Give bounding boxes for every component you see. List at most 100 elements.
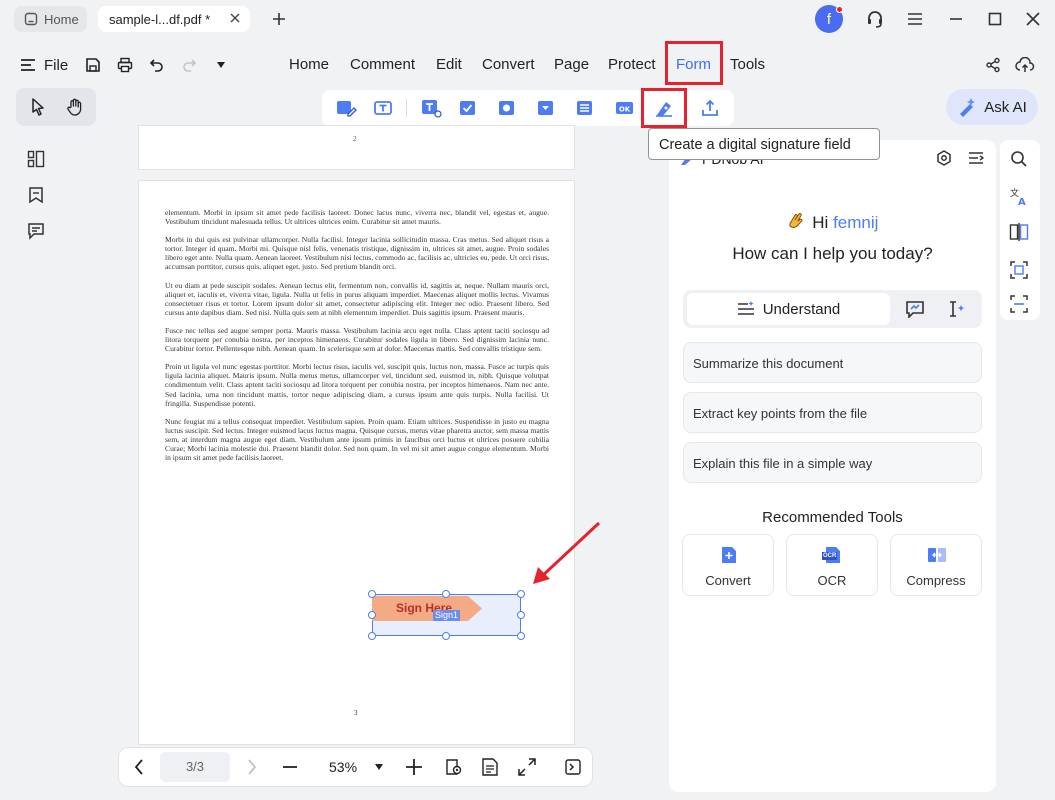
comments-icon[interactable] xyxy=(25,220,47,242)
checkbox-icon[interactable] xyxy=(456,96,482,120)
page-number-input[interactable]: 3/3 xyxy=(160,752,230,782)
tool-compress[interactable]: Compress xyxy=(890,534,982,596)
hamburger-icon xyxy=(20,58,36,72)
zoom-in-icon[interactable] xyxy=(404,757,424,777)
select-cursor-icon[interactable] xyxy=(28,96,48,118)
paragraph: Fusce nec tellus sed augue semper porta.… xyxy=(165,325,549,354)
paragraph: Ut eu diam at pede suscipit sodales. Aen… xyxy=(165,280,549,317)
previous-page-icon[interactable] xyxy=(130,757,148,777)
paragraph: elementum. Morbi in ipsum sit amet pede … xyxy=(165,208,549,227)
headset-icon[interactable] xyxy=(863,8,887,30)
home-icon xyxy=(24,12,38,26)
ocr-icon: OCR xyxy=(822,546,842,564)
suggestion-explain[interactable]: Explain this file in a simple way xyxy=(683,442,982,483)
hand-tool-icon[interactable] xyxy=(64,96,86,118)
paragraph: Proin ut ligula vel nunc egestas porttit… xyxy=(165,362,549,408)
zoom-level[interactable]: 53% xyxy=(329,759,357,775)
resize-handle[interactable] xyxy=(442,632,450,640)
maximize-icon[interactable] xyxy=(983,8,1007,30)
form-menu-highlight xyxy=(665,41,723,85)
scan-icon[interactable] xyxy=(1008,293,1030,315)
button-field-icon[interactable]: OK xyxy=(612,96,638,120)
suggestion-key-points[interactable]: Extract key points from the file xyxy=(683,392,982,433)
redo-icon[interactable] xyxy=(180,55,198,75)
next-page-icon[interactable] xyxy=(243,757,261,777)
save-icon[interactable] xyxy=(84,55,102,75)
dropdown-field-icon[interactable] xyxy=(534,96,560,120)
menu-convert[interactable]: Convert xyxy=(482,56,535,74)
menu-icon[interactable] xyxy=(903,8,927,30)
fullscreen-icon[interactable] xyxy=(516,756,538,778)
page-layout-icon[interactable] xyxy=(479,756,501,778)
view-mode-icon[interactable] xyxy=(443,756,465,778)
zoom-dropdown-icon[interactable] xyxy=(373,761,385,773)
ai-greeting: Hi femnij xyxy=(669,212,996,233)
list-box-icon[interactable] xyxy=(573,96,599,120)
text-box-icon[interactable] xyxy=(418,96,444,120)
close-icon[interactable] xyxy=(229,12,241,24)
chat-mode-icon[interactable] xyxy=(904,298,926,320)
resize-handle[interactable] xyxy=(368,611,376,619)
annotation-arrow xyxy=(528,518,604,588)
ask-ai-button[interactable]: Ask AI xyxy=(946,89,1038,125)
menu-edit[interactable]: Edit xyxy=(436,56,462,74)
tool-convert[interactable]: Convert xyxy=(682,534,774,596)
menu-tools[interactable]: Tools xyxy=(730,56,765,74)
screenshot-ocr-icon[interactable] xyxy=(1008,259,1030,281)
svg-text:A: A xyxy=(1018,197,1026,207)
translate-icon[interactable]: 文A xyxy=(1008,186,1030,208)
new-tab-icon[interactable] xyxy=(269,9,289,29)
undo-icon[interactable] xyxy=(148,55,166,75)
pdf-page-previous xyxy=(138,125,575,170)
menu-page[interactable]: Page xyxy=(554,56,589,74)
compress-icon xyxy=(927,546,947,564)
zoom-out-icon[interactable] xyxy=(281,757,299,777)
menu-comment[interactable]: Comment xyxy=(350,56,415,74)
file-menu[interactable]: File xyxy=(20,56,68,74)
compare-icon[interactable] xyxy=(1008,221,1030,243)
tool-compress-label: Compress xyxy=(906,573,966,588)
quick-access-dropdown-icon[interactable] xyxy=(214,58,228,72)
ai-question: How can I help you today? xyxy=(732,244,933,263)
convert-icon xyxy=(721,546,737,564)
cloud-upload-icon[interactable] xyxy=(1014,55,1036,75)
resize-handle[interactable] xyxy=(517,611,525,619)
exit-fit-icon[interactable] xyxy=(562,756,584,778)
tool-ocr[interactable]: OCR OCR xyxy=(786,534,878,596)
menu-home[interactable]: Home xyxy=(289,56,329,74)
resize-handle[interactable] xyxy=(368,632,376,640)
notification-dot xyxy=(836,6,843,13)
mode-understand[interactable]: Understand xyxy=(687,293,890,325)
search-icon[interactable] xyxy=(1008,148,1030,170)
tab-home-label: Home xyxy=(44,11,79,27)
resize-handle[interactable] xyxy=(442,590,450,598)
bookmark-icon[interactable] xyxy=(25,184,47,206)
suggestion-summarize[interactable]: Summarize this document xyxy=(683,342,982,383)
print-icon[interactable] xyxy=(116,55,134,75)
export-form-icon[interactable] xyxy=(697,96,723,120)
resize-handle[interactable] xyxy=(517,632,525,640)
resize-handle[interactable] xyxy=(517,590,525,598)
writing-mode-icon[interactable] xyxy=(946,298,968,320)
menu-protect[interactable]: Protect xyxy=(608,56,656,74)
ai-settings-icon[interactable] xyxy=(934,148,954,168)
ask-ai-label: Ask AI xyxy=(984,98,1027,116)
close-window-icon[interactable] xyxy=(1021,8,1045,30)
page-number-previous: 2 xyxy=(353,135,357,143)
radio-button-icon[interactable] xyxy=(495,96,521,120)
collapse-panel-icon[interactable] xyxy=(966,148,986,168)
minimize-icon[interactable] xyxy=(944,8,968,30)
recommended-tools-title: Recommended Tools xyxy=(762,509,903,526)
resize-handle[interactable] xyxy=(368,590,376,598)
tab-document[interactable]: sample-l...df.pdf * xyxy=(98,6,250,32)
thumbnails-icon[interactable] xyxy=(25,148,47,170)
tool-ocr-label: OCR xyxy=(817,573,847,588)
tab-home[interactable]: Home xyxy=(14,6,87,32)
file-menu-label: File xyxy=(44,56,69,74)
understand-icon xyxy=(737,301,755,317)
share-icon[interactable] xyxy=(983,55,1003,75)
text-field-icon[interactable] xyxy=(370,96,396,120)
edit-form-icon[interactable] xyxy=(333,96,359,120)
greeting-prefix: Hi xyxy=(812,213,829,232)
paragraph: Morbi in dui quis est pulvinar ullamcorp… xyxy=(165,235,549,272)
